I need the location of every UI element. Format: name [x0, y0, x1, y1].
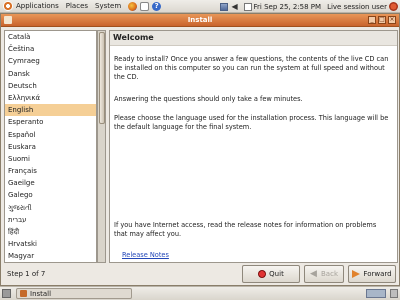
- maximize-icon[interactable]: □: [378, 16, 386, 24]
- language-option[interactable]: Suomi: [5, 153, 96, 165]
- quit-button[interactable]: Quit: [242, 265, 300, 283]
- forward-arrow-icon: [352, 270, 361, 278]
- language-option[interactable]: हिंदी: [5, 226, 96, 238]
- bottom-taskbar: Install: [0, 286, 400, 300]
- menu-applications[interactable]: Applications: [16, 2, 59, 10]
- language-option[interactable]: Galego: [5, 189, 96, 201]
- language-instructions: Please choose the language used for the …: [114, 114, 389, 131]
- close-icon[interactable]: ×: [388, 16, 396, 24]
- trash-icon[interactable]: [390, 289, 398, 298]
- language-option[interactable]: Euskara: [5, 141, 96, 153]
- language-option[interactable]: ગુજરાતી: [5, 202, 96, 214]
- scrollbar-thumb[interactable]: [99, 32, 105, 124]
- show-desktop-icon[interactable]: [2, 289, 11, 298]
- language-option[interactable]: Dansk: [5, 68, 96, 80]
- language-option[interactable]: Català: [5, 31, 96, 43]
- language-list[interactable]: Català Čeština Cymraeg Dansk Deutsch Ελληνικά…: [4, 30, 97, 263]
- back-arrow-icon: ◀: [310, 269, 317, 279]
- release-notes-link[interactable]: Release Notes: [122, 251, 169, 259]
- language-scrollbar[interactable]: [97, 30, 106, 263]
- step-indicator: Step 1 of 7: [7, 270, 46, 278]
- language-option[interactable]: עברית: [5, 214, 96, 226]
- duration-text: Answering the questions should only take…: [114, 95, 303, 103]
- taskbar-install-label: Install: [30, 289, 52, 298]
- language-option[interactable]: English: [5, 104, 96, 117]
- firefox-icon[interactable]: [128, 1, 138, 11]
- language-option[interactable]: Ελληνικά: [5, 92, 96, 104]
- language-option[interactable]: Gaeilge: [5, 177, 96, 189]
- intro-text: Ready to install? Once you answer a few …: [114, 55, 389, 81]
- minimize-icon[interactable]: _: [368, 16, 376, 24]
- calendar-icon[interactable]: [243, 2, 252, 11]
- language-option[interactable]: Français: [5, 165, 96, 177]
- forward-button[interactable]: Forward: [348, 265, 396, 283]
- ubuntu-logo-icon[interactable]: [3, 1, 13, 11]
- volume-icon[interactable]: ◀: [232, 2, 240, 11]
- back-button[interactable]: ◀ Back: [304, 265, 344, 283]
- language-option[interactable]: Esperanto: [5, 116, 96, 128]
- language-option[interactable]: Deutsch: [5, 80, 96, 92]
- language-option[interactable]: Hrvatski: [5, 238, 96, 250]
- content-header: Welcome: [110, 31, 397, 46]
- language-option[interactable]: Čeština: [5, 43, 96, 55]
- mail-icon[interactable]: [140, 1, 150, 11]
- install-task-icon: [20, 290, 27, 297]
- window-titlebar[interactable]: Install _ □ ×: [1, 14, 399, 27]
- top-panel-tray: ◀ Fri Sep 25, 2:58 PM Live session user: [219, 0, 398, 13]
- network-icon[interactable]: [219, 2, 228, 11]
- page-title: Welcome: [113, 33, 154, 42]
- workspace-switcher[interactable]: [366, 289, 386, 298]
- menu-system[interactable]: System: [95, 2, 121, 10]
- back-label: Back: [321, 270, 338, 278]
- top-panel: Applications Places System ? ◀ Fri Sep 2…: [0, 0, 400, 13]
- session-user[interactable]: Live session user: [327, 3, 387, 11]
- language-option[interactable]: Español: [5, 129, 96, 141]
- content-pane: Welcome Ready to install? Once you answe…: [109, 30, 398, 263]
- release-notes-text: If you have Internet access, read the re…: [114, 221, 377, 238]
- language-option[interactable]: Magyar: [5, 250, 96, 262]
- install-window: Install _ □ × Català Čeština Cymraeg Dansk D…: [0, 13, 400, 286]
- taskbar-install-button[interactable]: Install: [16, 288, 132, 299]
- help-icon[interactable]: ?: [152, 1, 162, 11]
- menu-places[interactable]: Places: [66, 2, 88, 10]
- window-title: Install: [187, 16, 213, 24]
- language-option[interactable]: Cymraeg: [5, 55, 96, 67]
- forward-label: Forward: [363, 270, 392, 278]
- power-icon[interactable]: [389, 2, 398, 11]
- clock[interactable]: Fri Sep 25, 2:58 PM: [254, 3, 322, 11]
- quit-label: Quit: [269, 270, 284, 278]
- quit-icon: [258, 270, 267, 278]
